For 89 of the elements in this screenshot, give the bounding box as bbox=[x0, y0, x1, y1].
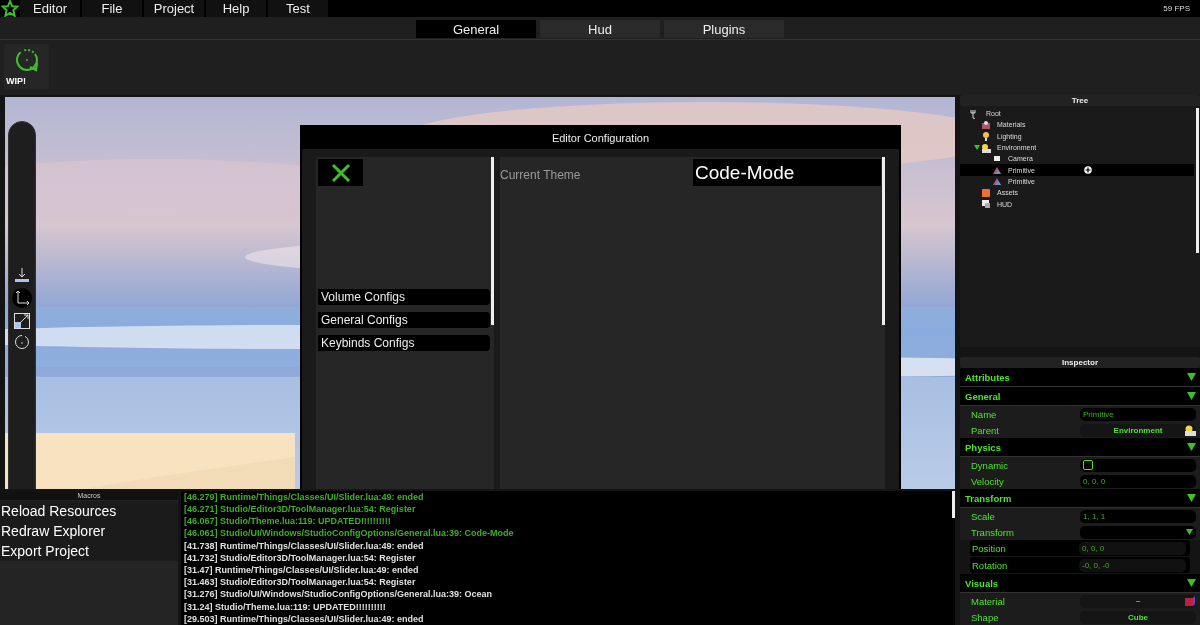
scrollbar[interactable] bbox=[952, 490, 955, 518]
window-icon bbox=[981, 199, 991, 209]
collapse-arrow-icon[interactable] bbox=[1187, 392, 1196, 400]
section-title: Physics bbox=[965, 441, 1001, 453]
log-line: [46.067] Studio/Theme.lua:119: UPDATED!!!!!!!!!! bbox=[184, 515, 391, 528]
section-header[interactable]: Attributes bbox=[960, 368, 1200, 387]
bulb-icon bbox=[981, 131, 991, 142]
panel-title: Tree bbox=[960, 95, 1200, 106]
log-line: [46.271] Studio/Editor3D/ToolManager.lua:54: Register bbox=[184, 502, 416, 516]
scrollbar[interactable] bbox=[491, 157, 494, 325]
tab[interactable]: Hud bbox=[540, 20, 660, 38]
caret-icon bbox=[1186, 529, 1193, 535]
rotate-icon[interactable] bbox=[14, 334, 30, 350]
log-line: [41.738] Runtime/Things/Classes/UI/Slider.lua:49: ended bbox=[184, 539, 424, 552]
fps-counter: 59 FPS bbox=[1163, 3, 1191, 15]
setting-label: Current Theme bbox=[500, 167, 582, 182]
property-label: Rotation bbox=[972, 559, 1009, 571]
star-icon[interactable] bbox=[0, 0, 20, 17]
property-label: Position bbox=[972, 542, 1007, 554]
menu-item[interactable]: Project bbox=[144, 0, 204, 17]
box-icon bbox=[981, 187, 991, 198]
tab[interactable]: General bbox=[416, 20, 536, 38]
collapse-arrow-icon[interactable] bbox=[1187, 494, 1196, 502]
theme-field[interactable]: Code-Mode bbox=[693, 159, 881, 186]
scrollbar[interactable] bbox=[1196, 108, 1199, 253]
object-picker[interactable]: ~ bbox=[1080, 594, 1196, 608]
section-title: Visuals bbox=[965, 577, 999, 589]
section-title: Transform bbox=[965, 492, 1012, 504]
object-picker[interactable]: Cube bbox=[1080, 610, 1196, 624]
tab[interactable]: Plugins bbox=[664, 20, 784, 38]
panel-title: Inspector bbox=[960, 357, 1200, 368]
log-line: [31.24] Studio/Theme.lua:119: UPDATED!!!!!!!!!! bbox=[184, 600, 386, 613]
log-line: [41.732] Studio/Editor3D/ToolManager.lua:54: Register bbox=[184, 551, 416, 564]
expand-arrow-icon[interactable] bbox=[974, 145, 980, 151]
section-title: Attributes bbox=[965, 371, 1010, 383]
macro-button[interactable]: Redraw Explorer bbox=[0, 520, 178, 541]
macro-button[interactable]: Export Project bbox=[0, 540, 178, 561]
log-line: [46.061] Studio/UI/Windows/StudioConfigOptions/General.lua:39: Code-Mode bbox=[184, 527, 514, 540]
section-header[interactable]: Physics bbox=[960, 438, 1200, 457]
menu-item[interactable]: Help bbox=[206, 0, 266, 17]
scrollbar[interactable] bbox=[882, 157, 885, 325]
collapse-arrow-icon[interactable] bbox=[1187, 579, 1196, 587]
property-field[interactable]: -0, 0, -0 bbox=[1079, 558, 1186, 572]
download-icon[interactable] bbox=[14, 267, 30, 283]
property-label: Dynamic bbox=[971, 459, 1009, 471]
sun-icon bbox=[1184, 423, 1196, 436]
macro-button[interactable]: Reload Resources bbox=[0, 500, 178, 521]
close-button[interactable] bbox=[318, 159, 363, 186]
property-label: Material bbox=[971, 595, 1006, 607]
dialog-title: Editor Configuration bbox=[302, 127, 899, 149]
section-header[interactable]: Transform bbox=[960, 489, 1200, 508]
cube-icon bbox=[1184, 594, 1196, 607]
property-label: Parent bbox=[971, 424, 1000, 436]
log-line: [31.463] Studio/Editor3D/ToolManager.lua:54: Register bbox=[184, 576, 416, 589]
property-label: Scale bbox=[971, 510, 996, 522]
sun-icon bbox=[981, 142, 991, 153]
scale-icon[interactable] bbox=[14, 313, 30, 329]
menu-item[interactable]: File bbox=[82, 0, 142, 17]
section-header[interactable]: General bbox=[960, 387, 1200, 406]
axes-icon[interactable] bbox=[12, 288, 32, 308]
wip-button[interactable]: WIP! bbox=[4, 44, 49, 89]
log-line: [31.47] Runtime/Things/Classes/UI/Slider.lua:49: ended bbox=[184, 564, 419, 577]
shape-icon bbox=[992, 165, 1002, 176]
property-field[interactable]: 1, 1, 1 bbox=[1080, 509, 1196, 523]
category-item[interactable]: Volume Configs bbox=[318, 289, 490, 305]
property-field[interactable]: Primitive bbox=[1080, 407, 1196, 421]
section-header[interactable]: Visuals bbox=[960, 574, 1200, 593]
category-item[interactable]: Keybinds Configs bbox=[318, 335, 490, 351]
section-title: General bbox=[965, 390, 1001, 402]
add-icon[interactable] bbox=[1084, 166, 1092, 175]
log-line: [46.279] Runtime/Things/Classes/UI/Slider.lua:49: ended bbox=[184, 490, 424, 503]
log-line: [29.503] Runtime/Things/Classes/UI/Slider.lua:49: ended bbox=[184, 612, 424, 625]
shape-icon bbox=[992, 176, 1002, 187]
property-label: Velocity bbox=[971, 475, 1005, 487]
menu-item[interactable]: Editor bbox=[20, 0, 80, 17]
property-field[interactable]: 0, 0, 0 bbox=[1079, 541, 1186, 555]
collapse-arrow-icon[interactable] bbox=[1187, 373, 1196, 381]
property-label: Name bbox=[971, 408, 998, 420]
category-item[interactable]: General Configs bbox=[318, 312, 490, 328]
camera-icon bbox=[992, 153, 1002, 164]
collapse-arrow-icon[interactable] bbox=[1187, 443, 1196, 451]
checkbox[interactable] bbox=[1083, 459, 1093, 470]
property-label: Shape bbox=[971, 611, 1000, 623]
menu-item[interactable]: Test bbox=[268, 0, 328, 17]
property-label: Transform bbox=[971, 526, 1015, 538]
property-field[interactable]: 0, 0, 0 bbox=[1080, 474, 1196, 488]
object-picker[interactable]: Environment bbox=[1080, 423, 1196, 437]
close-icon bbox=[330, 162, 351, 183]
log-line: [31.276] Studio/UI/Windows/StudioConfigOptions/General.lua:39: Ocean bbox=[184, 588, 492, 601]
